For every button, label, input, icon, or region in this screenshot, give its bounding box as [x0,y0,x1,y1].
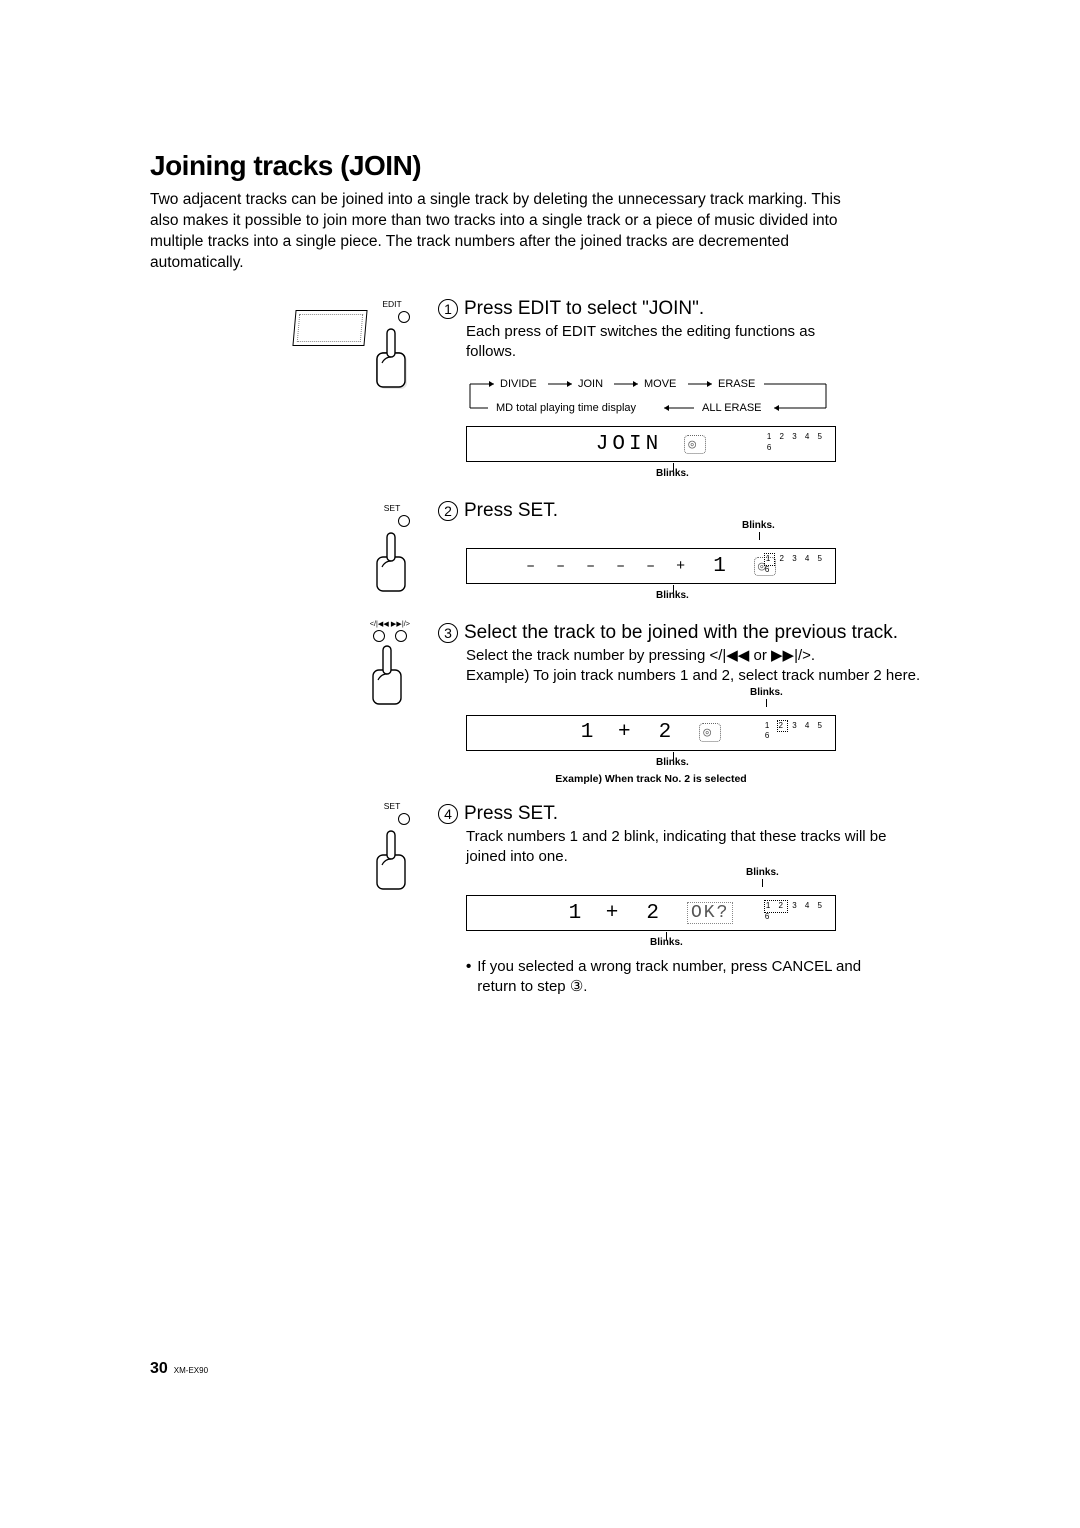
blinks-row-top: Blinks. [466,691,836,707]
knob-icon [398,813,410,825]
blinks-row: Blinks. [466,755,836,771]
disc-icon: ◎ [699,723,721,742]
blinks-label: Blinks. [656,590,689,601]
step-number: 1 [438,299,458,319]
step-3: 3 Select the track to be joined with the… [438,622,970,785]
page-number: 30 [150,1360,168,1378]
lcd-display-sel1: – – – – – + 1 ◎ 1 2 3 4 5 6 [466,548,836,584]
svg-text:MOVE: MOVE [644,378,676,390]
svg-text:MD total playing time display: MD total playing time display [496,402,637,414]
svg-text:DIVIDE: DIVIDE [500,378,537,390]
svg-text:JOIN: JOIN [578,378,603,390]
lcd-text: JOIN [596,433,662,456]
lcd-right: 2 [646,902,665,925]
step-body: Select the track number by pressing </|◀… [466,646,926,687]
blinks-row-top: Blinks. [466,524,836,540]
section-title: Joining tracks (JOIN) [150,150,970,182]
blinks-row: Blinks. [466,588,836,604]
knob-icon [398,515,410,527]
example-caption: Example) When track No. 2 is selected [466,773,836,785]
step-heading: Press SET. [464,803,558,825]
diagram-set-2: SET [374,802,410,896]
blinks-label: Blinks. [656,468,689,479]
lcd-num: 1 [713,555,732,578]
prevnext-label: </|◀◀ ▶▶|/> [370,620,410,627]
hand-icon [370,644,406,706]
step-heading: Press EDIT to select "JOIN". [464,298,704,320]
lcd-track-numbers: 1 2 3 4 5 6 [765,554,825,575]
edit-label: EDIT [374,300,410,309]
set-label: SET [374,504,410,513]
step-number: 3 [438,623,458,643]
intro-paragraph: Two adjacent tracks can be joined into a… [150,190,860,274]
svg-text:ERASE: ERASE [718,378,755,390]
hand-icon [374,829,410,891]
blinks-row-top: Blinks. [466,871,836,887]
blinks-label: Blinks. [742,520,775,531]
lcd-display-join: JOIN ◎ 1 2 3 4 5 6 [466,426,836,462]
diagram-set-1: SET [374,504,410,598]
knob-icon [398,311,410,323]
step-2: 2 Press SET. Blinks. – – – – – + 1 ◎ 1 2… [438,500,970,604]
blinks-label: Blinks. [746,867,779,878]
remote-illustration [292,310,367,346]
lcd-display-ok: 1 + 2 OK? 1 2 3 4 5 6 [466,895,836,931]
blinks-row: Blinks. [466,466,836,482]
step-4: 4 Press SET. Track numbers 1 and 2 blink… [438,803,970,998]
step-number: 2 [438,501,458,521]
blinks-label: Blinks. [650,937,683,948]
hand-icon [374,531,410,593]
lcd-right: 2 [659,721,678,744]
edit-function-flow: DIVIDE JOIN MOVE ERASE [466,372,836,418]
step-body: Track numbers 1 and 2 blink, indicating … [466,827,926,868]
left-illustrations: EDIT [150,298,410,1016]
step-number: 4 [438,804,458,824]
set-label: SET [374,802,410,811]
blinks-row: Blinks. [466,935,836,951]
lcd-track-numbers: 1 2 3 4 5 6 [765,901,825,922]
hand-icon [374,327,410,389]
step-1: 1 Press EDIT to select "JOIN". Each pres… [438,298,970,483]
step-heading: Press SET. [464,500,558,522]
blinks-label: Blinks. [656,757,689,768]
blinks-label: Blinks. [750,687,783,698]
page-footer: 30 XM-EX90 [150,1360,208,1378]
lcd-left: – – – – – + [526,558,691,575]
step-heading: Select the track to be joined with the p… [464,622,898,644]
step-body: Each press of EDIT switches the editing … [466,322,866,363]
lcd-ok: OK? [687,902,733,924]
lcd-left: 1 + [569,902,625,925]
disc-icon: ◎ [684,435,706,454]
model-number: XM-EX90 [174,1366,208,1375]
lcd-track-numbers: 1 2 3 4 5 6 [767,432,825,453]
lcd-track-numbers: 1 2 3 4 5 6 [765,721,825,742]
lcd-left: 1 + [581,721,637,744]
svg-text:ALL ERASE: ALL ERASE [702,402,762,414]
lcd-display-sel2: 1 + 2 ◎ 1 2 3 4 5 6 [466,715,836,751]
prev-knob-icon [373,630,385,642]
next-knob-icon [395,630,407,642]
diagram-edit: EDIT [294,300,410,394]
step-bullet: If you selected a wrong track number, pr… [466,957,886,998]
diagram-prevnext: </|◀◀ ▶▶|/> [370,620,410,714]
